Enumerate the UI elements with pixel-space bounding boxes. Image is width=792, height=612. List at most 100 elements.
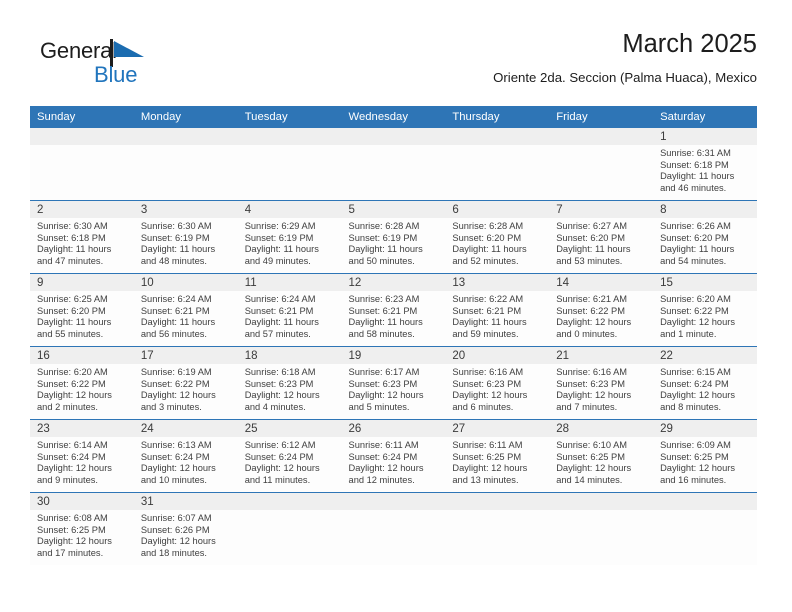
day-number: 29 <box>653 420 757 437</box>
day-number <box>549 493 654 510</box>
sunrise-text: Sunrise: 6:13 AM <box>140 440 212 450</box>
calendar-day-cell[interactable]: 29 Sunrise: 6:09 AM Sunset: 6:25 PM Dayligh… <box>653 419 757 493</box>
day-number: 11 <box>237 274 342 291</box>
calendar-day-cell[interactable]: 2 Sunrise: 6:30 AM Sunset: 6:18 PM Daylight… <box>30 200 134 274</box>
day-detail-lines <box>549 145 653 148</box>
calendar-day-cell[interactable]: 11 Sunrise: 6:24 AM Sunset: 6:21 PM Dayligh… <box>237 273 342 347</box>
day-number: 12 <box>341 274 446 291</box>
calendar-day-cell[interactable]: 3 Sunrise: 6:30 AM Sunset: 6:19 PM Daylight… <box>133 200 238 274</box>
daylight-text: Daylight: 11 hours <box>452 317 527 328</box>
calendar-day-cell[interactable]: 21 Sunrise: 6:16 AM Sunset: 6:23 PM Dayligh… <box>549 346 654 420</box>
daylight-text: and 8 minutes. <box>660 401 722 412</box>
day-cell-inner: 26 Sunrise: 6:11 AM Sunset: 6:24 PM Dayligh… <box>341 420 446 492</box>
calendar-day-cell[interactable]: 4 Sunrise: 6:29 AM Sunset: 6:19 PM Daylight… <box>237 200 342 274</box>
daylight-text: Daylight: 12 hours <box>37 390 112 401</box>
calendar-week-row: 16 Sunrise: 6:20 AM Sunset: 6:22 PM Dayligh… <box>30 346 757 420</box>
day-cell-inner <box>549 493 654 565</box>
day-cell-inner: 10 Sunrise: 6:24 AM Sunset: 6:21 PM Dayligh… <box>133 274 238 346</box>
day-cell-inner: 3 Sunrise: 6:30 AM Sunset: 6:19 PM Daylight… <box>133 201 238 273</box>
daylight-text: Daylight: 12 hours <box>556 463 632 474</box>
sunset-text: Sunset: 6:20 PM <box>452 232 522 243</box>
day-detail-lines: Sunrise: 6:18 AM Sunset: 6:23 PM Daylight:… <box>238 364 342 413</box>
day-cell-inner: 25 Sunrise: 6:12 AM Sunset: 6:24 PM Dayligh… <box>237 420 342 492</box>
calendar-day-cell[interactable]: 26 Sunrise: 6:11 AM Sunset: 6:24 PM Dayligh… <box>341 419 446 493</box>
calendar-day-cell[interactable]: 20 Sunrise: 6:16 AM Sunset: 6:23 PM Dayligh… <box>445 346 550 420</box>
daylight-text: Daylight: 11 hours <box>452 244 527 255</box>
calendar-page: General Blue March 2025 Oriente 2da. Sec… <box>0 0 792 612</box>
daylight-text: and 5 minutes. <box>348 401 410 412</box>
calendar-day-cell[interactable]: 9 Sunrise: 6:25 AM Sunset: 6:20 PM Daylight… <box>30 273 134 347</box>
calendar-day-cell[interactable]: 25 Sunrise: 6:12 AM Sunset: 6:24 PM Dayligh… <box>237 419 342 493</box>
calendar-day-cell[interactable]: 8 Sunrise: 6:26 AM Sunset: 6:20 PM Daylight… <box>653 200 757 274</box>
day-number: 31 <box>133 493 238 510</box>
daylight-text: Daylight: 11 hours <box>140 244 216 255</box>
calendar-day-cell[interactable]: 16 Sunrise: 6:20 AM Sunset: 6:22 PM Dayligh… <box>30 346 134 420</box>
day-detail-lines: Sunrise: 6:13 AM Sunset: 6:24 PM Daylight:… <box>134 437 238 486</box>
day-number: 30 <box>30 493 134 510</box>
calendar-day-cell[interactable]: 24 Sunrise: 6:13 AM Sunset: 6:24 PM Dayligh… <box>133 419 238 493</box>
daylight-text: Daylight: 12 hours <box>244 390 320 401</box>
daylight-text: Daylight: 11 hours <box>37 244 112 255</box>
title-block: March 2025 Oriente 2da. Seccion (Palma H… <box>493 30 757 85</box>
calendar-day-cell[interactable]: 27 Sunrise: 6:11 AM Sunset: 6:25 PM Dayligh… <box>445 419 550 493</box>
sunrise-text: Sunrise: 6:22 AM <box>452 294 524 304</box>
calendar-day-cell[interactable]: 5 Sunrise: 6:28 AM Sunset: 6:19 PM Daylight… <box>341 200 446 274</box>
day-cell-inner: 14 Sunrise: 6:21 AM Sunset: 6:22 PM Dayligh… <box>549 274 654 346</box>
day-number <box>341 128 446 145</box>
weekday-header-saturday: Saturday <box>653 106 757 128</box>
calendar-day-cell[interactable]: 22 Sunrise: 6:15 AM Sunset: 6:24 PM Dayligh… <box>653 346 757 420</box>
daylight-text: Daylight: 11 hours <box>140 317 216 328</box>
sunrise-text: Sunrise: 6:23 AM <box>348 294 420 304</box>
calendar-day-cell-empty <box>445 492 550 565</box>
day-detail-lines: Sunrise: 6:11 AM Sunset: 6:25 PM Daylight:… <box>445 437 549 486</box>
day-detail-lines: Sunrise: 6:14 AM Sunset: 6:24 PM Daylight:… <box>30 437 134 486</box>
calendar-day-cell[interactable]: 10 Sunrise: 6:24 AM Sunset: 6:21 PM Dayligh… <box>133 273 238 347</box>
day-cell-inner: 2 Sunrise: 6:30 AM Sunset: 6:18 PM Daylight… <box>30 201 134 273</box>
calendar-day-cell[interactable]: 31 Sunrise: 6:07 AM Sunset: 6:26 PM Dayligh… <box>133 492 238 565</box>
day-detail-lines <box>30 145 134 148</box>
daylight-text: and 49 minutes. <box>244 255 311 266</box>
sunrise-text: Sunrise: 6:24 AM <box>244 294 316 304</box>
daylight-text: Daylight: 12 hours <box>140 536 216 547</box>
calendar-day-cell[interactable]: 1 Sunrise: 6:31 AM Sunset: 6:18 PM Daylight… <box>653 128 757 201</box>
daylight-text: Daylight: 11 hours <box>348 244 423 255</box>
daylight-text: and 1 minute. <box>660 328 717 339</box>
daylight-text: and 54 minutes. <box>660 255 727 266</box>
page-header: General Blue March 2025 Oriente 2da. Sec… <box>30 30 757 98</box>
daylight-text: Daylight: 12 hours <box>452 390 528 401</box>
day-number: 21 <box>549 347 654 364</box>
calendar-day-cell[interactable]: 6 Sunrise: 6:28 AM Sunset: 6:20 PM Daylight… <box>445 200 550 274</box>
sunset-text: Sunset: 6:19 PM <box>244 232 314 243</box>
calendar-day-cell-empty <box>653 492 757 565</box>
calendar-day-cell[interactable]: 7 Sunrise: 6:27 AM Sunset: 6:20 PM Daylight… <box>549 200 654 274</box>
daylight-text: and 10 minutes. <box>140 474 207 485</box>
calendar-day-cell[interactable]: 28 Sunrise: 6:10 AM Sunset: 6:25 PM Dayligh… <box>549 419 654 493</box>
sunrise-text: Sunrise: 6:24 AM <box>140 294 212 304</box>
day-cell-inner: 22 Sunrise: 6:15 AM Sunset: 6:24 PM Dayligh… <box>653 347 757 419</box>
daylight-text: and 6 minutes. <box>452 401 514 412</box>
day-detail-lines: Sunrise: 6:22 AM Sunset: 6:21 PM Daylight:… <box>445 291 549 340</box>
calendar-day-cell[interactable]: 30 Sunrise: 6:08 AM Sunset: 6:25 PM Dayligh… <box>30 492 134 565</box>
day-detail-lines: Sunrise: 6:30 AM Sunset: 6:19 PM Daylight:… <box>134 218 238 267</box>
day-cell-inner: 8 Sunrise: 6:26 AM Sunset: 6:20 PM Daylight… <box>653 201 757 273</box>
calendar-day-cell[interactable]: 19 Sunrise: 6:17 AM Sunset: 6:23 PM Dayligh… <box>341 346 446 420</box>
day-number: 23 <box>30 420 134 437</box>
calendar-day-cell[interactable]: 17 Sunrise: 6:19 AM Sunset: 6:22 PM Dayligh… <box>133 346 238 420</box>
calendar-day-cell[interactable]: 18 Sunrise: 6:18 AM Sunset: 6:23 PM Dayligh… <box>237 346 342 420</box>
daylight-text: and 3 minutes. <box>140 401 202 412</box>
calendar-day-cell[interactable]: 23 Sunrise: 6:14 AM Sunset: 6:24 PM Dayligh… <box>30 419 134 493</box>
day-number: 24 <box>133 420 238 437</box>
day-number <box>237 493 342 510</box>
daylight-text: Daylight: 12 hours <box>452 463 528 474</box>
weekday-header-row: Sunday Monday Tuesday Wednesday Thursday Frid… <box>30 106 757 128</box>
calendar-day-cell[interactable]: 15 Sunrise: 6:20 AM Sunset: 6:22 PM Dayligh… <box>653 273 757 347</box>
day-detail-lines: Sunrise: 6:09 AM Sunset: 6:25 PM Daylight:… <box>653 437 757 486</box>
day-number <box>653 493 757 510</box>
calendar-day-cell[interactable]: 14 Sunrise: 6:21 AM Sunset: 6:22 PM Dayligh… <box>549 273 654 347</box>
daylight-text: and 47 minutes. <box>37 255 104 266</box>
sunrise-text: Sunrise: 6:30 AM <box>140 221 212 231</box>
day-number: 19 <box>341 347 446 364</box>
calendar-day-cell[interactable]: 13 Sunrise: 6:22 AM Sunset: 6:21 PM Dayligh… <box>445 273 550 347</box>
day-number: 27 <box>445 420 550 437</box>
calendar-day-cell[interactable]: 12 Sunrise: 6:23 AM Sunset: 6:21 PM Dayligh… <box>341 273 446 347</box>
